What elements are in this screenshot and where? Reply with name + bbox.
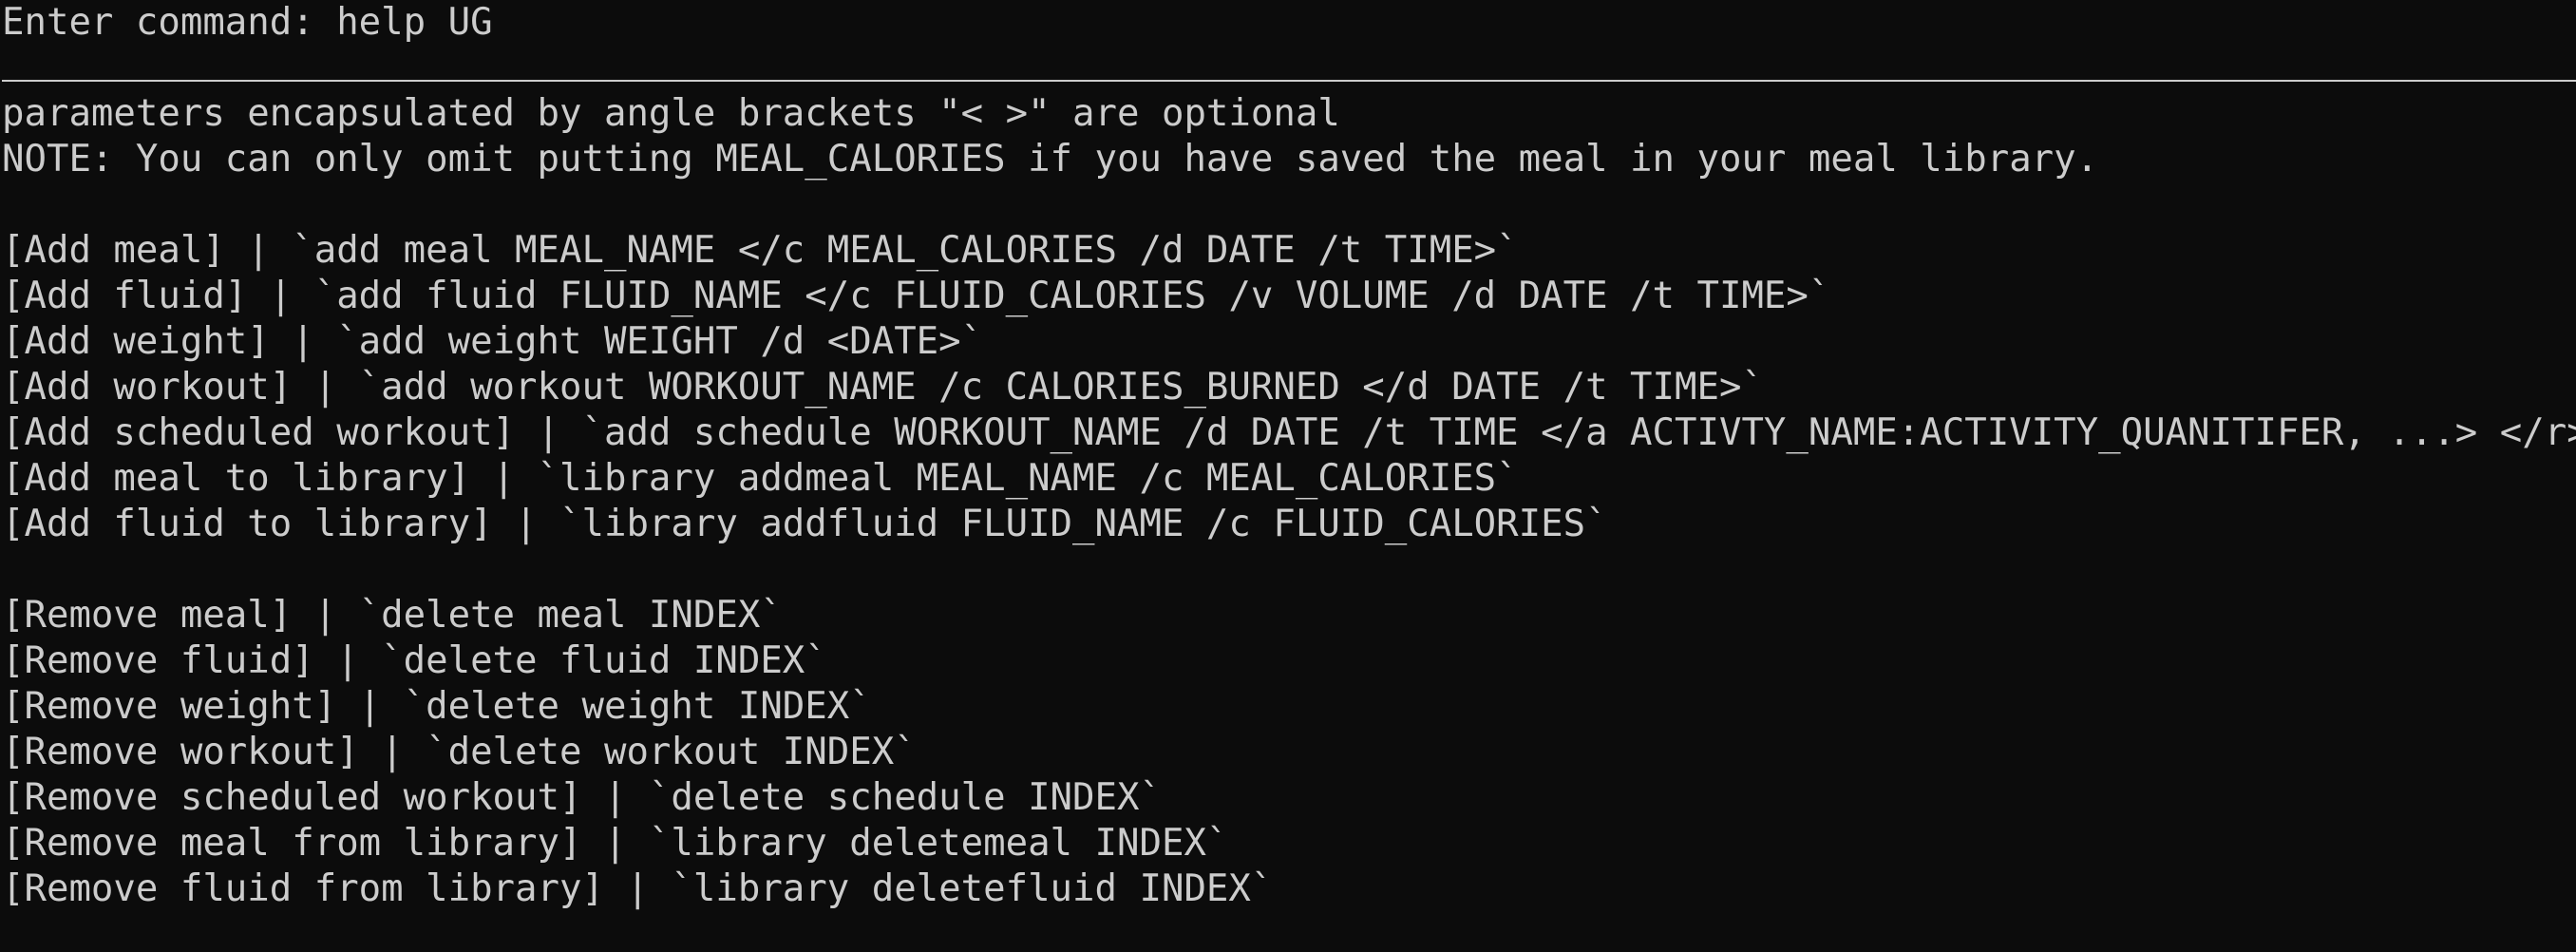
command-help-line: [Remove fluid] | `delete fluid INDEX`	[2, 639, 827, 682]
command-help-line: [Remove meal from library] | `library de…	[2, 822, 1229, 865]
output-divider	[2, 46, 2576, 91]
intro-line: parameters encapsulated by angle bracket…	[2, 92, 1340, 135]
command-help-line: [Remove workout] | `delete workout INDEX…	[2, 731, 917, 773]
command-help-line: [Remove scheduled workout] | `delete sch…	[2, 776, 1162, 819]
command-help-line: [Remove meal] | `delete meal INDEX`	[2, 594, 783, 637]
command-help-line: [Add meal] | `add meal MEAL_NAME </c MEA…	[2, 229, 1519, 272]
command-help-line: [Add meal to library] | `library addmeal…	[2, 457, 1519, 500]
command-help-line: [Add fluid to library] | `library addflu…	[2, 503, 1608, 545]
command-help-line: [Remove fluid from library] | `library d…	[2, 867, 1274, 910]
add-commands-section: [Add meal] | `add meal MEAL_NAME </c MEA…	[2, 228, 2576, 547]
command-help-line: [Add workout] | `add workout WORKOUT_NAM…	[2, 366, 1764, 409]
terminal-window[interactable]: Enter command: help UG parameters encaps…	[0, 0, 2576, 952]
note-line: NOTE: You can only omit putting MEAL_CAL…	[2, 138, 2099, 181]
command-help-line: [Add weight] | `add weight WEIGHT /d <DA…	[2, 320, 984, 363]
remove-commands-section: [Remove meal] | `delete meal INDEX` [Rem…	[2, 593, 2576, 912]
command-help-line: [Add scheduled workout] | `add schedule …	[2, 411, 2576, 454]
command-help-line: [Add fluid] | `add fluid FLUID_NAME </c …	[2, 275, 1831, 317]
command-prompt-line: Enter command: help UG	[2, 1, 493, 44]
command-help-line: [Remove weight] | `delete weight INDEX`	[2, 685, 872, 728]
